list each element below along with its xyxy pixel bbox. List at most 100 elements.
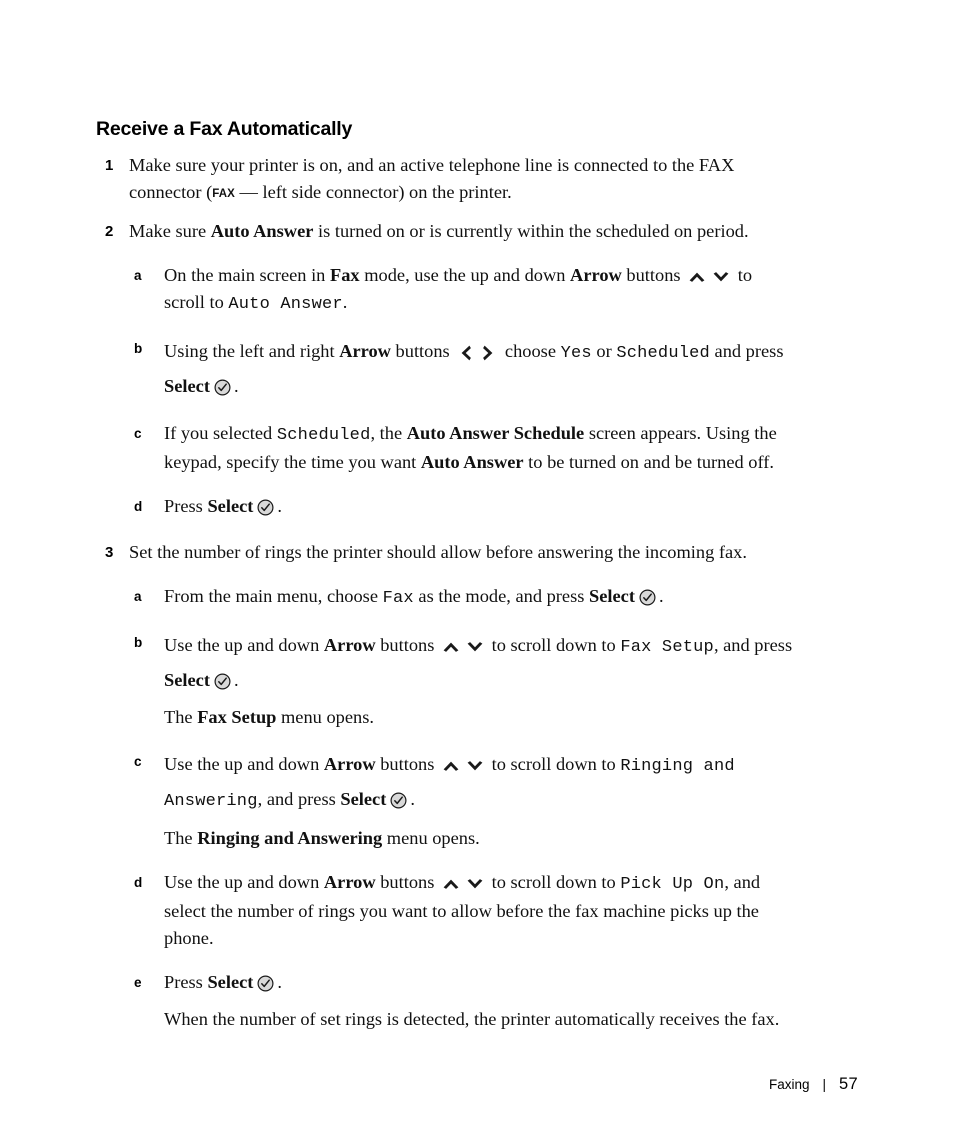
text-run: . — [277, 496, 282, 516]
up-down-arrow-pair — [439, 754, 487, 774]
text-run: , the — [370, 423, 407, 443]
select-check-icon[interactable] — [214, 673, 231, 690]
select-term: Select — [207, 972, 254, 992]
text-run: , and press — [713, 635, 793, 655]
fax-setup-term: Fax Setup — [197, 707, 277, 727]
arrow-term: Arrow — [323, 872, 376, 892]
select-check-icon[interactable] — [214, 379, 231, 396]
text-run: to be turned on and be turned off. — [523, 452, 774, 472]
substep-text: Using the left and right Arrow buttons c… — [164, 335, 796, 403]
select-term: Select — [164, 670, 210, 690]
step-text: Make sure Auto Answer is turned on or is… — [129, 218, 796, 245]
arrow-term: Arrow — [339, 341, 391, 361]
text-run: . — [233, 376, 239, 396]
menu-value-scheduled: Scheduled — [276, 426, 371, 445]
arrow-term: Arrow — [570, 265, 622, 285]
select-check-icon[interactable] — [257, 975, 274, 992]
select-term: Select — [589, 586, 635, 606]
arrow-term: Arrow — [323, 635, 376, 655]
arrow-down-icon[interactable] — [465, 638, 485, 656]
substep-text: From the main menu, choose Fax as the mo… — [164, 583, 796, 612]
arrow-left-icon[interactable] — [458, 344, 473, 362]
substep-2a: a On the main screen in Fax mode, use th… — [96, 262, 796, 318]
document-page: Receive a Fax Automatically 1 Make sure … — [0, 0, 954, 1145]
arrow-up-icon[interactable] — [441, 757, 461, 775]
text-run: . — [342, 292, 348, 312]
step-text: Make sure your printer is on, and an act… — [129, 152, 796, 208]
text-run: Using the left and right — [164, 341, 340, 361]
substep-letter: d — [134, 499, 143, 514]
step-number: 1 — [105, 157, 114, 174]
text-run: Use the up and down — [164, 754, 324, 774]
substep-3b: b Use the up and down Arrow buttons to s… — [96, 629, 796, 697]
up-down-arrow-pair — [685, 265, 733, 285]
substep-3d: d Use the up and down Arrow buttons to s… — [96, 869, 796, 952]
arrow-up-icon[interactable] — [687, 268, 707, 286]
step-number: 3 — [105, 544, 114, 561]
text-run: , and press — [257, 789, 341, 809]
step-2-text-part-2: is turned on or is currently within the … — [313, 221, 749, 241]
fax-mode-term: Fax — [329, 265, 360, 285]
menu-value-fax-setup: Fax Setup — [620, 638, 714, 657]
up-down-arrow-pair — [439, 872, 487, 892]
substep-letter: e — [134, 975, 142, 990]
arrow-term: Arrow — [323, 754, 376, 774]
select-term: Select — [207, 496, 254, 516]
text-run: Use the up and down — [164, 872, 324, 892]
text-run: On the main screen in — [164, 265, 330, 285]
select-term: Select — [340, 789, 387, 809]
note-fax-received: When the number of set rings is detected… — [164, 1009, 780, 1029]
substep-letter: d — [134, 875, 143, 890]
ringing-and-answering-term: Ringing and Answering — [197, 828, 383, 848]
text-run: and press — [709, 341, 784, 361]
arrow-right-icon[interactable] — [481, 344, 496, 362]
substep-text: On the main screen in Fax mode, use the … — [164, 262, 796, 318]
menu-value-yes: Yes — [560, 344, 592, 363]
note-ringing-and-answering-menu: The Ringing and Answering menu opens. — [164, 825, 796, 852]
text-run: The — [164, 707, 198, 727]
step-text: Set the number of rings the printer shou… — [129, 542, 747, 562]
menu-value-fax: Fax — [382, 589, 414, 608]
arrow-up-icon[interactable] — [441, 875, 461, 893]
note-fax-setup-menu: The Fax Setup menu opens. — [164, 704, 796, 731]
document-body: 1 Make sure your printer is on, and an a… — [96, 152, 796, 1033]
step-1-text-part-2: — left side connector) on the printer. — [234, 182, 512, 202]
text-run: menu opens. — [276, 707, 374, 727]
text-run: . — [410, 789, 415, 809]
substep-text: Use the up and down Arrow buttons to scr… — [164, 748, 796, 818]
substep-letter: a — [134, 268, 142, 283]
text-run: menu opens. — [382, 828, 480, 848]
arrow-up-icon[interactable] — [441, 638, 461, 656]
text-run: From the main menu, choose — [164, 586, 383, 606]
text-run: Press — [164, 496, 208, 516]
step-1: 1 Make sure your printer is on, and an a… — [96, 152, 796, 208]
substep-2c: c If you selected Scheduled, the Auto An… — [96, 420, 796, 476]
select-check-icon[interactable] — [257, 499, 274, 516]
text-run: or — [591, 341, 617, 361]
page-footer: Faxing | 57 — [0, 1075, 954, 1099]
text-run: as the mode, and press — [413, 586, 590, 606]
step-3: 3 Set the number of rings the printer sh… — [96, 539, 796, 566]
substep-2b: b Using the left and right Arrow buttons… — [96, 335, 796, 403]
text-run: . — [277, 972, 282, 992]
text-run: choose — [500, 341, 561, 361]
text-run: Use the up and down — [164, 635, 324, 655]
menu-value-auto-answer: Auto Answer — [228, 295, 343, 314]
fax-connector-label: FAX — [212, 188, 235, 200]
step-2: 2 Make sure Auto Answer is turned on or … — [96, 218, 796, 245]
text-run: . — [658, 586, 664, 606]
substep-letter: a — [134, 589, 142, 604]
substep-text: Press Select. — [164, 969, 796, 996]
arrow-down-icon[interactable] — [465, 875, 485, 893]
step-2-text-part-1: Make sure — [129, 221, 211, 241]
select-check-icon[interactable] — [639, 589, 656, 606]
select-check-icon[interactable] — [390, 792, 407, 809]
substep-letter: c — [134, 426, 142, 441]
text-run: buttons — [621, 265, 686, 285]
step-number: 2 — [105, 223, 114, 240]
substep-3a: a From the main menu, choose Fax as the … — [96, 583, 796, 612]
substep-letter: b — [134, 635, 143, 650]
arrow-down-icon[interactable] — [465, 757, 485, 775]
arrow-down-icon[interactable] — [711, 268, 731, 286]
substep-text: Use the up and down Arrow buttons to scr… — [164, 869, 796, 952]
